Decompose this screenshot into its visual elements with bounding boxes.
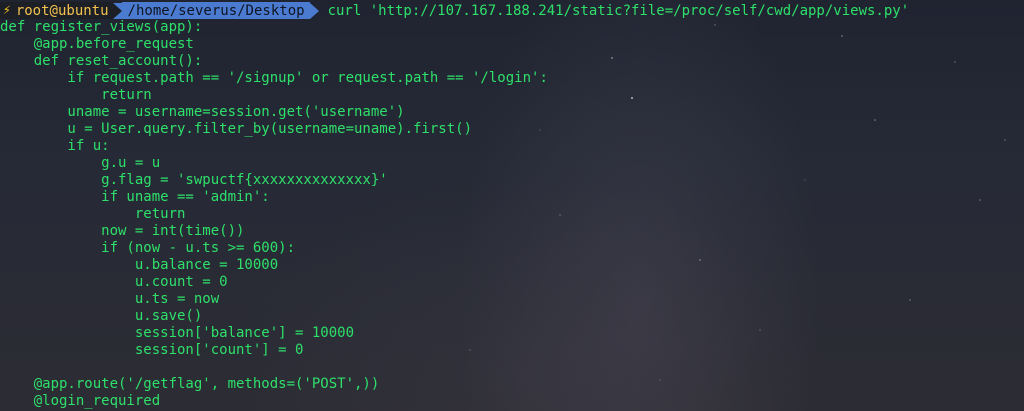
output-line: uname = username=session.get('username') [0, 104, 405, 120]
output-line: @app.route('/getflag', methods=('POST',)… [0, 376, 380, 392]
command-output: def register_views(app): @app.before_req… [0, 19, 548, 410]
output-line: session['count'] = 0 [0, 342, 304, 358]
output-line: u.ts = now [0, 291, 220, 307]
output-line: @login_required [0, 393, 161, 409]
output-line: u.balance = 10000 [0, 257, 279, 273]
output-line: if u: [0, 138, 110, 154]
output-line: u.count = 0 [0, 274, 228, 290]
output-line: session['balance'] = 10000 [0, 325, 355, 341]
output-line: return [0, 87, 152, 103]
prompt-path-segment: /home/severus/Desktop [121, 2, 310, 19]
output-line: u.save() [0, 308, 203, 324]
prompt-user-segment: ⚡ root@ubuntu [0, 2, 113, 19]
output-line: now = int(time()) [0, 223, 245, 239]
shell-command: curl 'http://107.167.188.241/static?file… [327, 2, 910, 19]
prompt-user-host: root@ubuntu [15, 2, 109, 19]
shell-prompt: ⚡ root@ubuntu /home/severus/Desktop curl… [0, 2, 1024, 19]
output-line: def register_views(app): [0, 19, 203, 35]
prompt-separator-arrow [309, 2, 319, 19]
lightning-bolt-icon: ⚡ [3, 3, 11, 18]
output-line: g.u = u [0, 155, 161, 171]
output-line: g.flag = 'swpuctf{xxxxxxxxxxxxxx}' [0, 172, 388, 188]
terminal-window[interactable]: ⚡ root@ubuntu /home/severus/Desktop curl… [0, 0, 1024, 411]
output-line: u = User.query.filter_by(username=uname)… [0, 121, 473, 137]
prompt-separator-arrow [112, 2, 122, 19]
output-line: def reset_account(): [0, 53, 203, 69]
output-line: if uname == 'admin': [0, 189, 270, 205]
output-line: return [0, 206, 186, 222]
output-line: if (now - u.ts >= 600): [0, 240, 296, 256]
prompt-path: /home/severus/Desktop [127, 2, 305, 19]
output-line: if request.path == '/signup' or request.… [0, 70, 548, 86]
output-line: @app.before_request [0, 36, 194, 52]
